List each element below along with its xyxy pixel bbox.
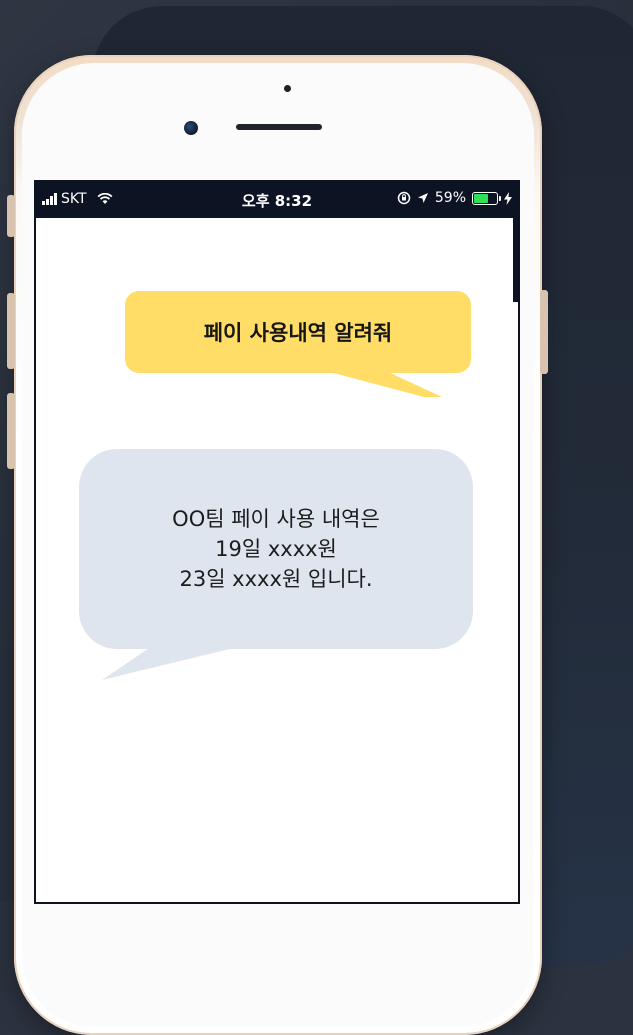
reply-line-1: OO팀 페이 사용 내역은 — [172, 507, 380, 531]
reply-line-2: 19일 xxxx원 — [215, 537, 337, 561]
status-bar: SKT 오후 8:32 59% — [36, 182, 518, 218]
earpiece-speaker — [236, 124, 322, 130]
proximity-sensor — [284, 85, 291, 92]
reply-line-3: 23일 xxxx원 입니다. — [179, 567, 373, 591]
charging-bolt-icon — [504, 191, 512, 205]
orientation-lock-icon — [397, 191, 411, 205]
location-arrow-icon — [417, 193, 428, 203]
battery-tip — [499, 195, 501, 201]
battery-fill — [474, 193, 489, 203]
volume-down-button — [7, 393, 15, 469]
scroll-edge — [513, 218, 518, 302]
mute-switch — [7, 195, 15, 237]
battery-icon — [472, 191, 501, 205]
front-camera-icon — [184, 121, 198, 135]
user-bubble-tail — [326, 371, 442, 397]
reply-bubble-tail — [102, 646, 242, 680]
reply-message-bubble: OO팀 페이 사용 내역은 19일 xxxx원 23일 xxxx원 입니다. — [79, 449, 473, 649]
phone-screen: SKT 오후 8:32 59% 페이 사용내역 알려줘 OO팀 페이 사용 내역… — [36, 182, 518, 902]
volume-up-button — [7, 293, 15, 369]
battery-percent: 59% — [434, 190, 466, 206]
user-message-bubble: 페이 사용내역 알려줘 — [125, 291, 471, 373]
user-message-text: 페이 사용내역 알려줘 — [203, 321, 393, 345]
status-right: 59% — [397, 190, 512, 206]
power-button — [540, 290, 548, 374]
